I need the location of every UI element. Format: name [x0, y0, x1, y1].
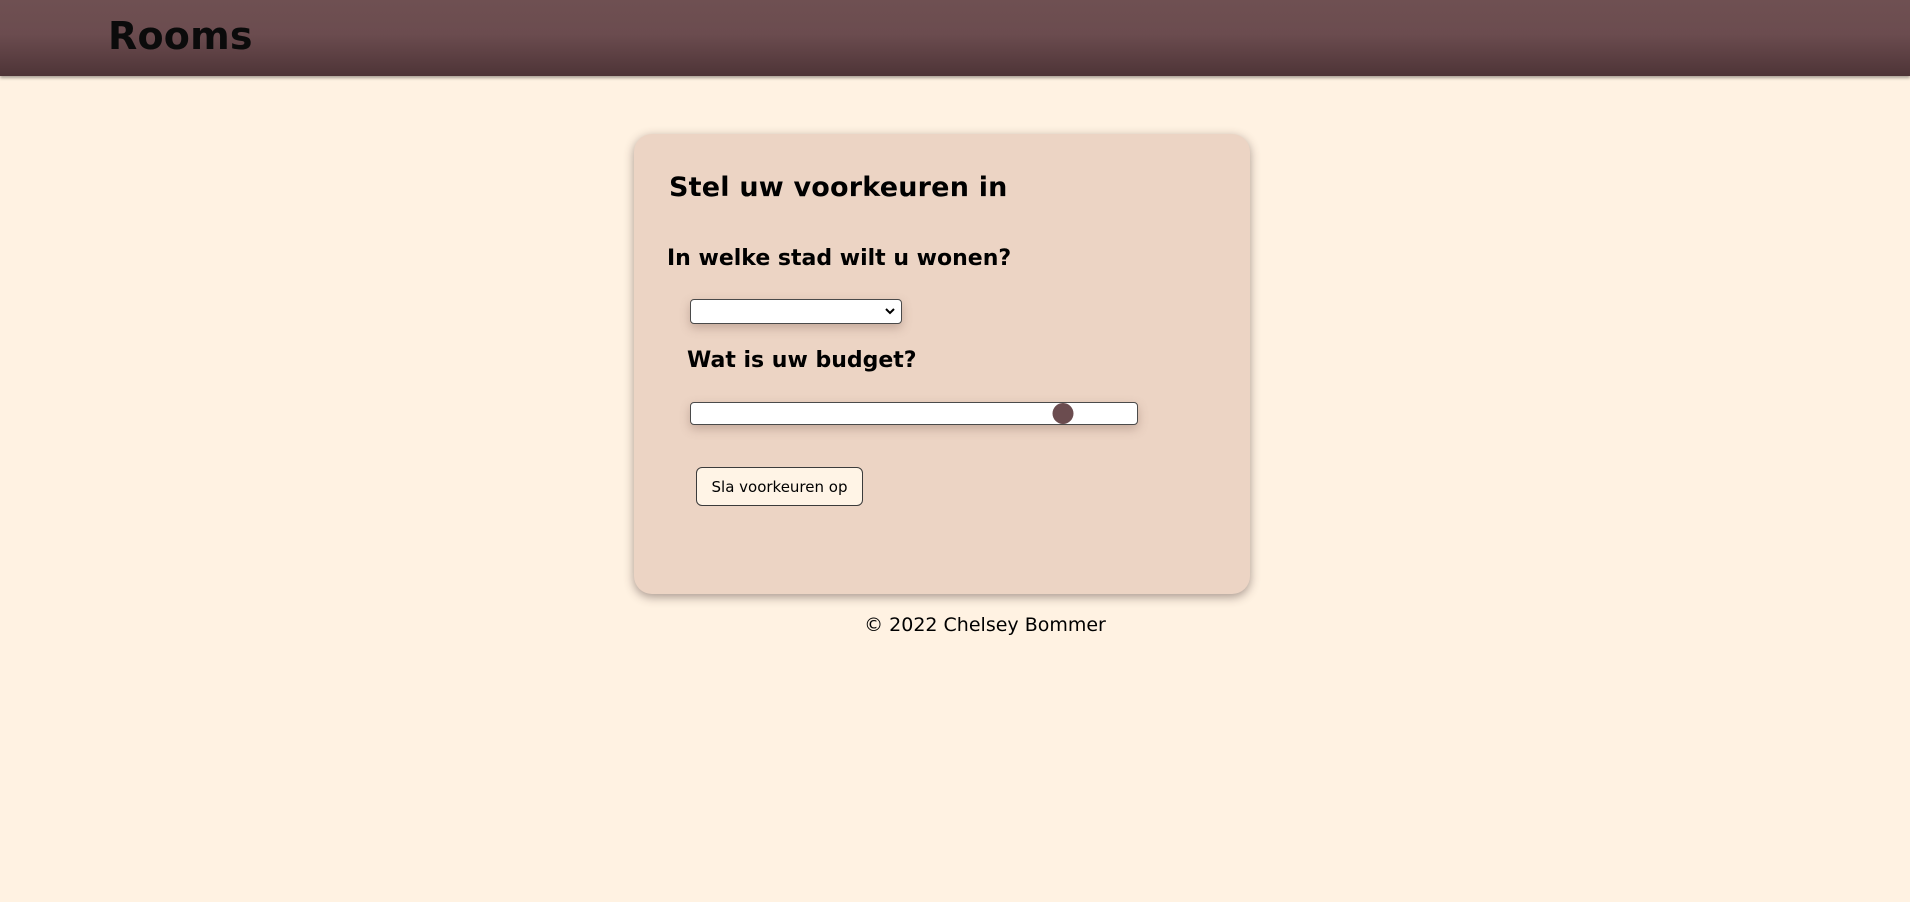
copyright-text: © 2022 Chelsey Bommer [864, 614, 1106, 636]
city-question-label: In welke stad wilt u wonen? [667, 246, 1012, 271]
preferences-card: Stel uw voorkeuren in In welke stad wilt… [634, 134, 1250, 594]
chevron-down-icon [885, 308, 895, 315]
footer: © 2022 Chelsey Bommer [0, 614, 1910, 636]
city-select[interactable] [690, 299, 902, 324]
budget-slider-thumb[interactable] [1052, 403, 1074, 424]
budget-question-label: Wat is uw budget? [687, 348, 917, 373]
save-preferences-button[interactable]: Sla voorkeuren op [696, 467, 863, 506]
top-navbar: Rooms [0, 0, 1910, 76]
page-title: Stel uw voorkeuren in [669, 172, 1008, 203]
budget-slider[interactable] [690, 402, 1138, 425]
brand-logo[interactable]: Rooms [108, 14, 253, 58]
